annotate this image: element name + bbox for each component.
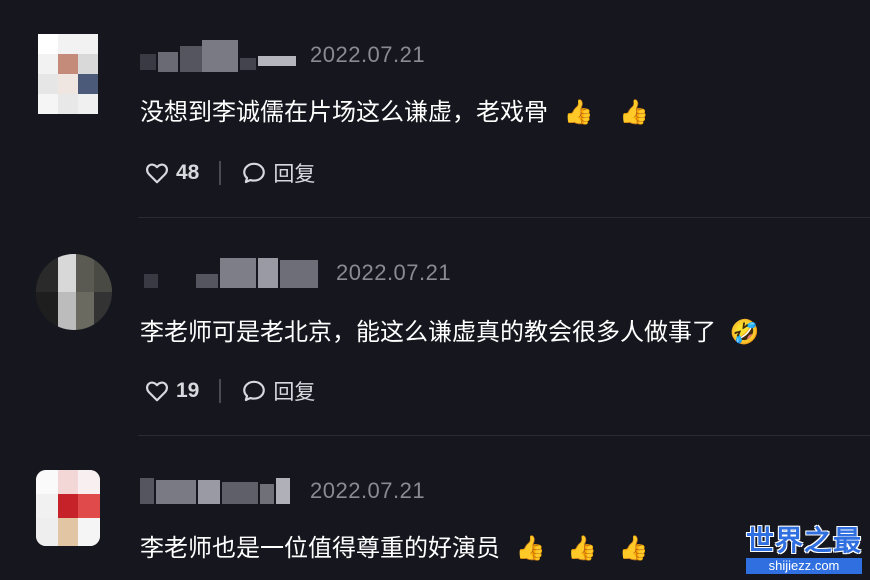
comment-date: 2022.07.21	[310, 42, 426, 67]
like-count: 48	[176, 161, 200, 184]
avatar[interactable]	[36, 470, 100, 546]
username-redacted[interactable]	[140, 38, 300, 72]
comment-body: 李老师也是一位值得尊重的好演员	[140, 534, 500, 562]
like-count: 19	[176, 379, 200, 402]
like-button[interactable]: 48	[144, 160, 199, 186]
thumbs-up-emoji: 👍	[515, 534, 546, 562]
comment-actions: 19 回复	[144, 376, 315, 406]
reply-button[interactable]: 回复	[241, 376, 315, 406]
heart-outline-icon	[146, 163, 168, 184]
action-divider	[219, 161, 222, 185]
reply-label: 回复	[273, 162, 316, 186]
comment-date: 2022.07.21	[336, 260, 452, 285]
rolling-laughing-emoji: 🤣	[729, 318, 760, 346]
avatar[interactable]	[36, 254, 112, 330]
comment-body: 没想到李诚儒在片场这么谦虚，老戏骨	[140, 98, 548, 126]
reply-button[interactable]: 回复	[241, 158, 315, 188]
comment-date: 2022.07.21	[310, 478, 426, 503]
username-redacted[interactable]	[140, 254, 320, 288]
comment-actions: 48 回复	[144, 158, 315, 188]
like-button[interactable]: 19	[144, 378, 199, 404]
thumbs-up-emoji: 👍	[618, 534, 649, 562]
comment-list: 2022.07.21 没想到李诚儒在片场这么谦虚，老戏骨 👍 👍 48 回复 2…	[0, 0, 870, 580]
watermark-title: 世界之最	[745, 524, 862, 557]
thumbs-up-emoji: 👍	[563, 98, 594, 126]
comment-text: 李老师可是老北京，能这么谦虚真的教会很多人做事了 🤣	[140, 312, 760, 347]
comment-body: 李老师可是老北京，能这么谦虚真的教会很多人做事了	[140, 318, 716, 346]
heart-outline-icon	[146, 381, 168, 402]
reply-label: 回复	[273, 380, 316, 404]
watermark-url: shijiezz.com	[745, 558, 862, 574]
avatar[interactable]	[38, 34, 98, 114]
comment-item: 2022.07.21 没想到李诚儒在片场这么谦虚，老戏骨 👍 👍 48 回复	[0, 0, 870, 218]
action-divider	[219, 379, 222, 403]
comment-item: 2022.07.21 李老师也是一位值得尊重的好演员 👍 👍 👍	[0, 436, 870, 580]
comment-item: 2022.07.21 李老师可是老北京，能这么谦虚真的教会很多人做事了 🤣 19…	[0, 218, 870, 436]
thumbs-up-emoji: 👍	[619, 98, 650, 126]
username-redacted[interactable]	[140, 472, 300, 506]
comment-text: 李老师也是一位值得尊重的好演员 👍 👍 👍	[140, 528, 649, 563]
speech-bubble-icon	[243, 162, 266, 184]
watermark-logo: 世界之最 shijiezz.com	[745, 524, 862, 574]
speech-bubble-icon	[243, 380, 266, 402]
comment-text: 没想到李诚儒在片场这么谦虚，老戏骨 👍 👍	[140, 92, 649, 127]
thumbs-up-emoji: 👍	[567, 534, 598, 562]
